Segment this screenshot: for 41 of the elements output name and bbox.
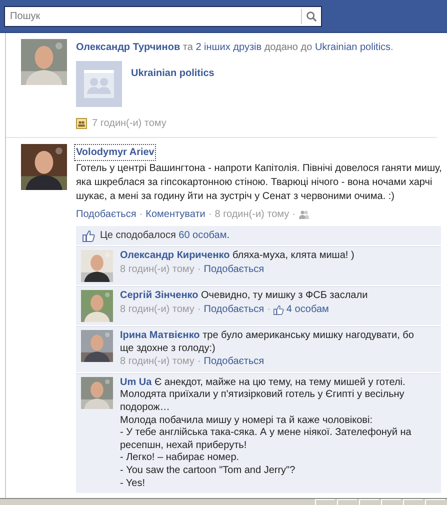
author-link[interactable]: Олександр Кириченко [120,250,230,261]
comment-text: Um Ua Є анекдот, майже на цю тему, на тему мишей у готелі. Молодята приїхали у п'ятизірковий готель у Єгипті у весільну подорож… Молода побачила мишу у номері та й каже чоловікові: - У тебе англійська така-сяка. А у мене ніякої. Зателефонуй на ресепшн, нехай приберуть! - Легко! – набирає номер. - You saw the cartoon "Tom and Jerry"? - Yes! [120,376,412,490]
separator-dot: · [292,208,296,222]
group-link[interactable]: Ukrainian politics [314,42,391,53]
likes-count-link[interactable]: 4 особам [273,304,329,316]
separator-dot: · [197,264,201,276]
friends-icon [298,210,309,219]
friends-link[interactable]: 2 інших друзів [196,42,262,53]
author-link[interactable]: Ірина Матвієнко [120,330,200,341]
likes-summary: Це сподобалося 60 особам. [100,229,230,243]
timestamp: 8 годин(-и) тому [120,264,194,276]
like-link[interactable]: Подобається [204,264,264,276]
separator-dot: · [197,356,201,369]
author-link[interactable]: Um Ua [120,376,152,388]
author-link[interactable]: Сергій Зінченко [120,290,198,301]
group-name-link[interactable]: Ukrainian politics [131,61,214,81]
search-field[interactable]: Пошук [4,6,322,26]
comment-text: Ірина Матвієнко тре було американську мишку нагодувати, бо ще здохне з голоду:) [120,330,415,356]
like-link[interactable]: Подобається [76,207,136,222]
story-sentence: Олександр Турчинов та 2 інших друзів додано до Ukrainian politics. [76,41,394,55]
separator-dot: · [267,304,270,316]
search-icon[interactable] [306,10,317,22]
author-link[interactable]: Volodymyr Ariev [74,144,156,161]
likes-count-link[interactable]: 60 особам [178,230,227,241]
like-link[interactable]: Подобається [204,356,264,369]
thumbs-up-icon [273,304,284,315]
comment-text: Олександр Кириченко бляха-муха, клята миша! ) [120,250,356,263]
thumbs-up-icon [82,230,95,242]
like-link[interactable]: Подобається [204,304,264,316]
timestamp: 7 годин(-и) тому [92,117,166,131]
timestamp: 8 годин(-и) тому [214,208,290,222]
comment-link[interactable]: Коментувати [146,207,206,222]
group-icon [76,118,87,129]
separator-dot: · [139,208,143,222]
separator-dot: · [208,208,212,222]
post-text: Готель у центрі Вашингтона - напроти Капітолія. Північі довелося ганяти мишу, яка шкреблася за гіпсокартонною стіною. Тварюці нічого - вона ночами харчі шукає, а мені за годину йти на зустріч у Сенат з червоними очима. :) [76,162,442,204]
separator-dot: · [197,304,201,316]
timestamp: 8 годин(-и) тому [120,356,194,369]
comment-text: Сергій Зінченко Очевидно, ту мишку з ФСБ заслали [120,290,369,303]
timestamp: 8 годин(-и) тому [120,304,194,316]
profile-link[interactable]: Олександр Турчинов [76,42,180,53]
